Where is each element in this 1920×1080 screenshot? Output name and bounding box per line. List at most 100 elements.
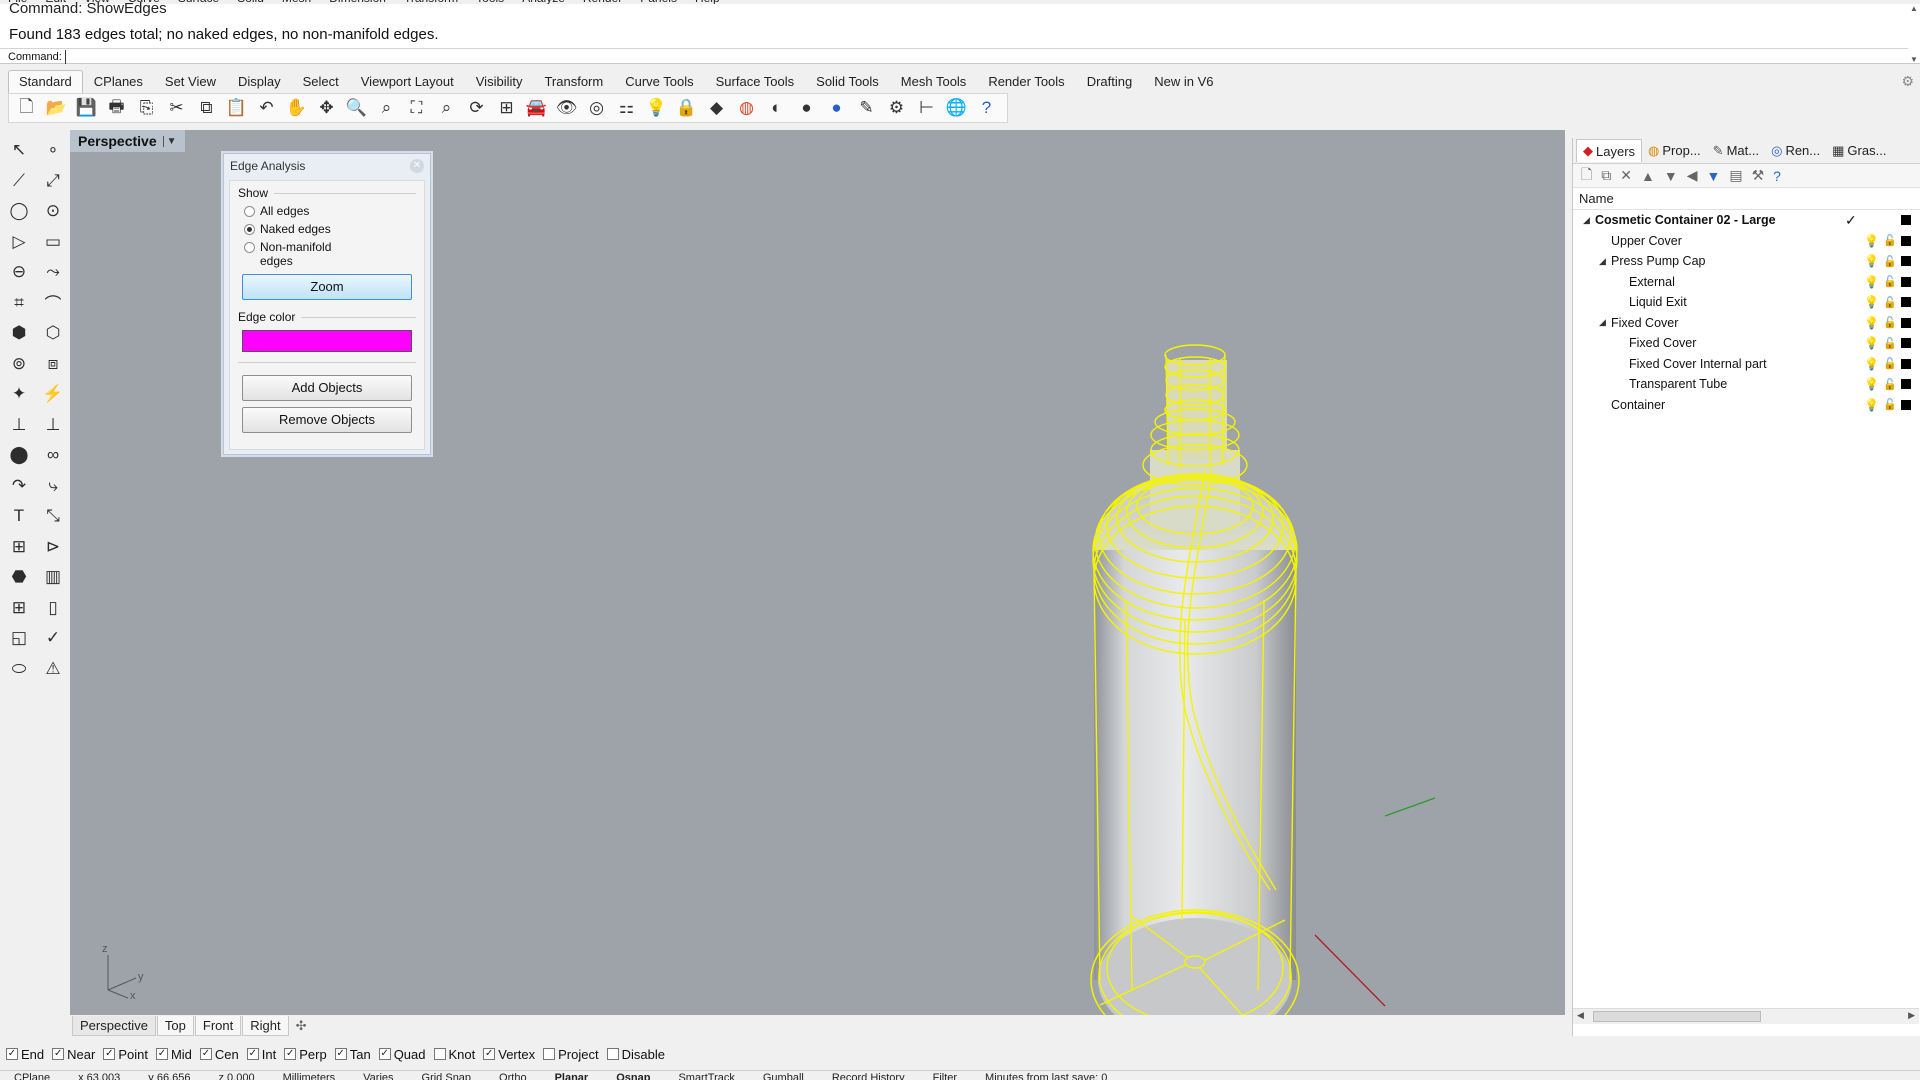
checkbox[interactable] [606, 1048, 619, 1060]
layer-color-swatch[interactable] [1901, 399, 1911, 410]
panel-tab-gras[interactable]: ▦ Gras... [1826, 140, 1892, 162]
toolbar-tab-display[interactable]: Display [227, 70, 292, 93]
layer-name[interactable]: Fixed Cover [1629, 336, 1696, 350]
viewport-tab-front[interactable]: Front [194, 1016, 242, 1036]
layer-color-swatch[interactable] [1901, 256, 1911, 267]
new-sublayer-icon[interactable]: ⧉ [1601, 167, 1611, 184]
toolbar-tab-cplanes[interactable]: CPlanes [83, 70, 154, 93]
status-record-history[interactable]: Record History [818, 1071, 919, 1080]
four-view-icon[interactable]: ⊞ [493, 96, 520, 121]
toolbar-tab-standard[interactable]: Standard [8, 70, 83, 93]
layer-icon[interactable]: ◆ [703, 96, 730, 121]
light-bulb-icon[interactable]: 💡 [1864, 295, 1879, 309]
color-wheel-icon[interactable]: ◍ [733, 96, 760, 121]
new-icon[interactable]: 🗋 [13, 96, 40, 121]
status-units[interactable]: Millimeters [269, 1071, 350, 1080]
osnap-int[interactable]: ✓ Int [246, 1047, 276, 1062]
tool-icon[interactable]: ⌒ [37, 288, 69, 319]
tool-icon[interactable]: T [3, 501, 35, 532]
tool-icon[interactable]: ⤳ [37, 257, 69, 288]
viewport-title[interactable]: Perspective ▼ [70, 130, 185, 152]
layer-name[interactable]: Fixed Cover Internal part [1629, 357, 1767, 371]
osnap-disable[interactable]: Disable [606, 1047, 665, 1062]
named-view-icon[interactable]: ⚏ [613, 96, 640, 121]
unlock-icon[interactable]: 🔓 [1883, 255, 1897, 268]
command-scrollbar[interactable]: ▲ ▼ [1908, 4, 1920, 64]
checkbox[interactable]: ✓ [246, 1048, 259, 1060]
checkbox[interactable]: ✓ [52, 1048, 65, 1060]
cut-icon[interactable]: ✂ [163, 96, 190, 121]
new-layer-icon[interactable]: 🗋 [1581, 164, 1592, 188]
chevron-down-icon[interactable]: ▼ [162, 135, 177, 147]
import-icon[interactable]: ⎘ [133, 96, 160, 121]
checkbox[interactable]: ✓ [103, 1048, 116, 1060]
layer-color-swatch[interactable] [1901, 235, 1911, 246]
light-bulb-icon[interactable]: 💡 [1864, 398, 1879, 412]
tool-icon[interactable]: ⤡ [37, 501, 69, 532]
panel-tab-layers[interactable]: ◆ Layers [1576, 139, 1643, 162]
toolbar-tab-curve-tools[interactable]: Curve Tools [614, 70, 704, 93]
tool-icon[interactable]: ⚠ [37, 654, 69, 685]
status-grid-snap[interactable]: Grid Snap [408, 1071, 486, 1080]
tool-icon[interactable]: ▷ [3, 227, 35, 258]
osnap-vertex[interactable]: ✓ Vertex [483, 1047, 535, 1062]
gear-icon[interactable]: ⚙ [1901, 73, 1914, 90]
add-viewport-tab-icon[interactable]: ✣ [290, 1018, 313, 1034]
column-header-name[interactable]: Name [1573, 188, 1920, 210]
tool-icon[interactable]: ⚡ [37, 379, 69, 410]
tool-icon[interactable]: ∘ [37, 135, 69, 166]
tool-icon[interactable]: ⊳ [37, 532, 69, 563]
checkbox[interactable]: ✓ [6, 1048, 18, 1060]
scroll-down-icon[interactable]: ▼ [1910, 55, 1918, 64]
edge-color-swatch[interactable] [242, 330, 412, 352]
tool-icon[interactable]: ⊚ [3, 349, 35, 380]
tools-icon[interactable]: ⚒ [1752, 167, 1765, 184]
layer-color-swatch[interactable] [1901, 338, 1911, 349]
zoom-window-icon[interactable]: ⌕ [373, 96, 400, 121]
viewport-tab-perspective[interactable]: Perspective [72, 1016, 156, 1036]
light-icon[interactable]: 💡 [643, 96, 670, 121]
tool-icon[interactable]: ⬢ [3, 318, 35, 349]
status-layer[interactable]: Varies [349, 1071, 407, 1080]
layer-name[interactable]: Press Pump Cap [1611, 254, 1705, 268]
tool-icon[interactable]: ⧈ [37, 349, 69, 380]
tool-icon[interactable]: ⬭ [3, 654, 35, 685]
radio-naked-edges[interactable]: Naked edges [244, 222, 416, 236]
status-osnap[interactable]: Osnap [602, 1071, 664, 1080]
scroll-up-icon[interactable]: ▲ [1910, 4, 1918, 13]
layer-name[interactable]: Liquid Exit [1629, 295, 1687, 309]
panel-tab-prop[interactable]: ◍ Prop... [1642, 140, 1707, 162]
toolbar-tab-drafting[interactable]: Drafting [1076, 70, 1144, 93]
zoom-extents-icon[interactable]: ⛶ [403, 96, 430, 121]
osnap-point[interactable]: ✓ Point [103, 1047, 148, 1062]
panel-tab-mat[interactable]: ✎ Mat... [1707, 140, 1765, 162]
tool-icon[interactable]: ⊞ [3, 593, 35, 624]
layer-name[interactable]: External [1629, 275, 1675, 289]
settings-icon[interactable]: ⚙ [883, 96, 910, 121]
unlock-icon[interactable]: 🔓 [1883, 316, 1897, 329]
close-icon[interactable]: ✕ [410, 159, 424, 173]
unlock-icon[interactable]: 🔓 [1883, 275, 1897, 288]
toolbar-tab-surface-tools[interactable]: Surface Tools [705, 70, 806, 93]
rotate-view-icon[interactable]: ⟳ [463, 96, 490, 121]
move-view-icon[interactable]: ✥ [313, 96, 340, 121]
toolbar-tab-render-tools[interactable]: Render Tools [977, 70, 1075, 93]
light-bulb-icon[interactable]: 💡 [1864, 275, 1879, 289]
layer-row[interactable]: External 💡 🔓 [1573, 272, 1920, 293]
viewport-tab-top[interactable]: Top [156, 1016, 194, 1036]
tool-icon[interactable]: ▥ [37, 562, 69, 593]
scroll-right-icon[interactable]: ▶ [1908, 1010, 1915, 1021]
toolbar-tab-visibility[interactable]: Visibility [465, 70, 534, 93]
zoom-selected-icon[interactable]: ⌕ [433, 96, 460, 121]
osnap-cen[interactable]: ✓ Cen [199, 1047, 239, 1062]
print-icon[interactable]: 🖶 [103, 96, 130, 121]
copy-icon[interactable]: ⧉ [193, 96, 220, 121]
open-icon[interactable]: 📂 [43, 96, 70, 121]
layer-color-swatch[interactable] [1901, 358, 1911, 369]
unlock-icon[interactable]: 🔓 [1883, 234, 1897, 247]
tool-icon[interactable]: ⊥ [3, 410, 35, 441]
tool-icon[interactable]: ⬤ [3, 440, 35, 471]
tool-icon[interactable]: ⊥ [37, 410, 69, 441]
command-input[interactable] [64, 49, 1765, 64]
scrollbar-thumb[interactable] [1593, 1011, 1761, 1022]
